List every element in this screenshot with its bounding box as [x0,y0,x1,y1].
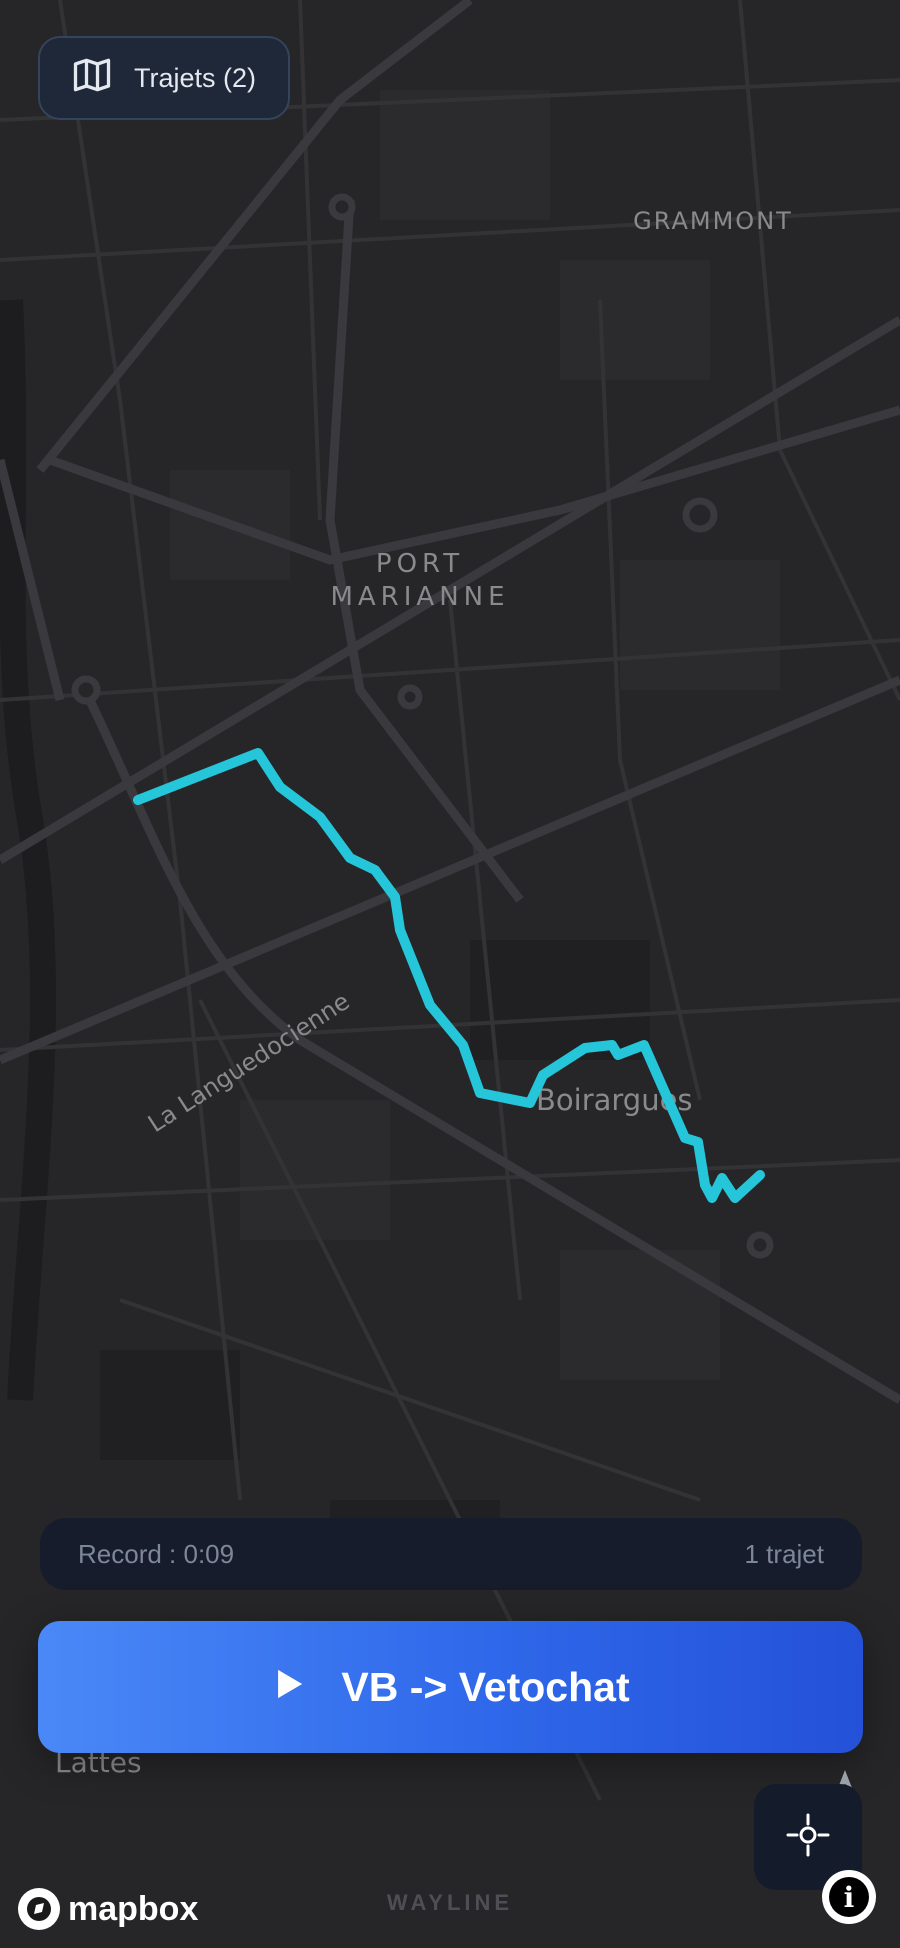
record-status-bar: Record : 0:09 1 trajet [40,1518,862,1590]
locate-crosshair-icon [784,1811,832,1864]
trip-count: 1 trajet [744,1538,825,1569]
map-label-port: PORT [376,549,464,579]
map-label-marianne: MARIANNE [330,582,509,612]
record-time: Record : 0:09 [78,1538,235,1569]
info-icon: i [829,1877,869,1917]
trips-button[interactable]: Trajets (2) [38,36,290,120]
attribution-info-button[interactable]: i [822,1870,876,1924]
start-trip-label: VB -> Vetochat [341,1663,630,1710]
map-label-grammont: GRAMMONT [633,207,793,235]
trips-button-label: Trajets (2) [134,62,257,93]
start-trip-button[interactable]: VB -> Vetochat [38,1621,863,1753]
app-brand-watermark: WAYLINE [386,1890,514,1915]
map-icon [70,53,114,104]
play-icon [271,1664,305,1711]
